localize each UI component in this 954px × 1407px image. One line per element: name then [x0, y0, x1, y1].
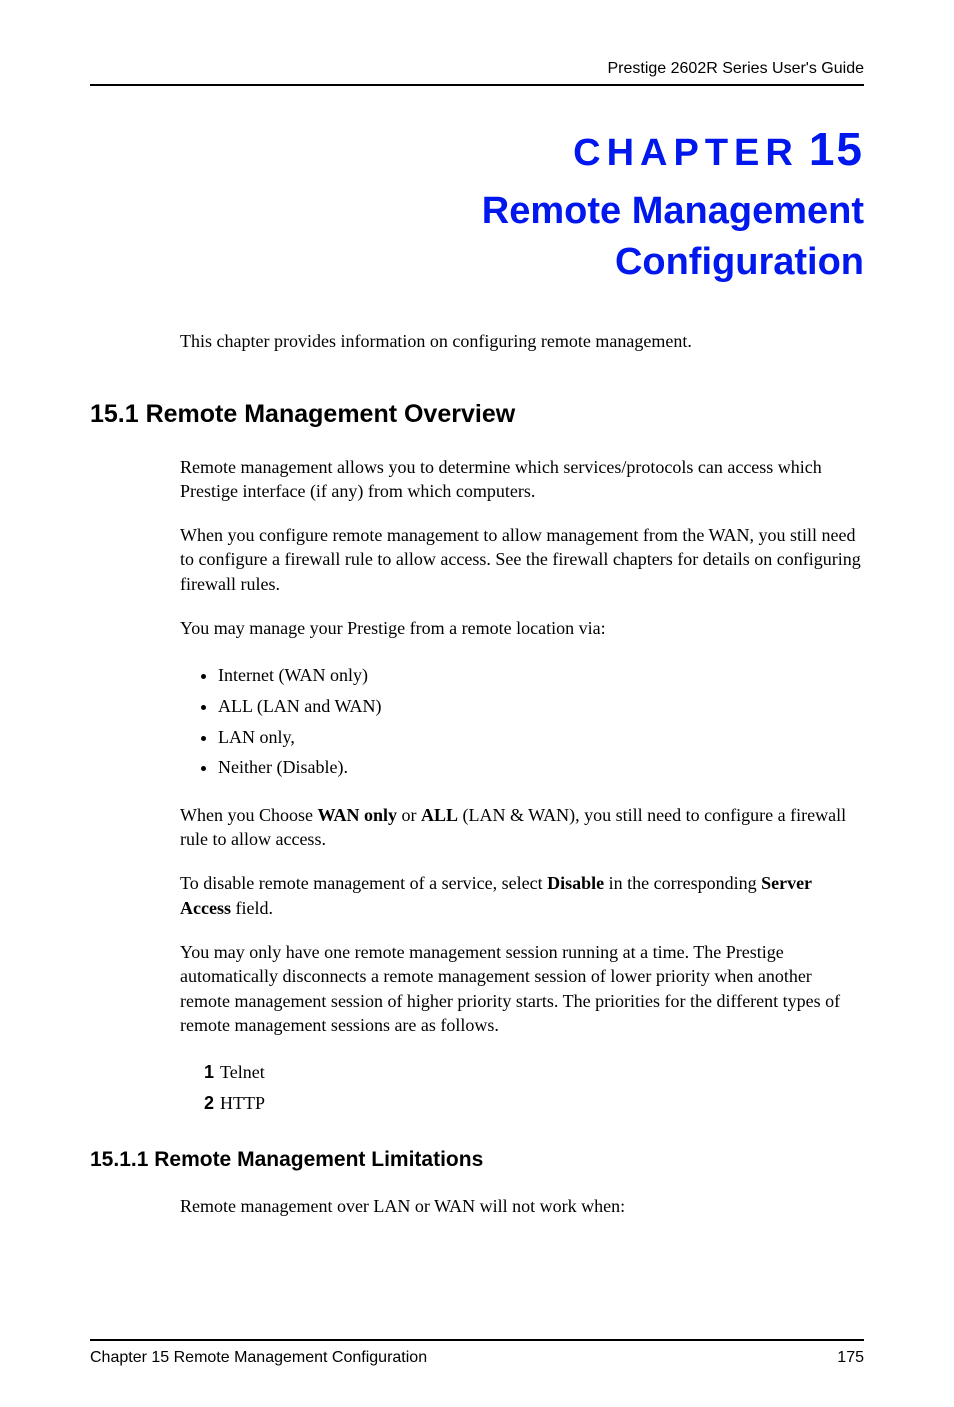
text-run: or — [397, 805, 421, 825]
paragraph: When you configure remote management to … — [180, 523, 864, 596]
footer-page-number: 175 — [837, 1349, 864, 1367]
bold-text: WAN only — [317, 805, 397, 825]
list-item: LAN only, — [218, 722, 864, 753]
list-item: 2 HTTP — [204, 1088, 864, 1119]
paragraph: You may only have one remote management … — [180, 940, 864, 1037]
list-text: Telnet — [220, 1062, 265, 1082]
text-run: field. — [231, 898, 273, 918]
chapter-title-line2: Configuration — [615, 241, 864, 283]
chapter-title-line1: Remote Management — [482, 190, 864, 232]
bullet-list: Internet (WAN only) ALL (LAN and WAN) LA… — [180, 660, 864, 782]
list-item: Internet (WAN only) — [218, 660, 864, 691]
list-number: 2 — [204, 1093, 214, 1113]
subsection-body: Remote management over LAN or WAN will n… — [180, 1194, 864, 1218]
chapter-number: 15 — [809, 123, 864, 175]
list-text: HTTP — [220, 1093, 265, 1113]
page: Prestige 2602R Series User's Guide CHAPT… — [0, 0, 954, 1407]
text-run: in the corresponding — [604, 873, 761, 893]
subsection-heading-15-1-1: 15.1.1 Remote Management Limitations — [90, 1148, 864, 1172]
chapter-intro: This chapter provides information on con… — [180, 331, 864, 352]
paragraph: You may manage your Prestige from a remo… — [180, 616, 864, 640]
paragraph: When you Choose WAN only or ALL (LAN & W… — [180, 803, 864, 852]
chapter-heading: CHAPTER 15 Remote Management Configurati… — [90, 122, 864, 289]
list-item: ALL (LAN and WAN) — [218, 691, 864, 722]
paragraph: Remote management over LAN or WAN will n… — [180, 1194, 864, 1218]
footer-left: Chapter 15 Remote Management Configurati… — [90, 1349, 427, 1367]
numbered-list: 1 Telnet 2 HTTP — [180, 1057, 864, 1118]
list-number: 1 — [204, 1062, 214, 1082]
running-header: Prestige 2602R Series User's Guide — [90, 60, 864, 86]
list-item: 1 Telnet — [204, 1057, 864, 1088]
chapter-kicker-row: CHAPTER 15 — [90, 122, 864, 176]
page-footer: Chapter 15 Remote Management Configurati… — [90, 1339, 864, 1367]
list-item: Neither (Disable). — [218, 752, 864, 783]
text-run: To disable remote management of a servic… — [180, 873, 547, 893]
chapter-title: Remote Management Configuration — [90, 186, 864, 289]
paragraph: To disable remote management of a servic… — [180, 871, 864, 920]
chapter-kicker: CHAPTER — [573, 132, 799, 174]
section-body: Remote management allows you to determin… — [180, 455, 864, 1119]
paragraph: Remote management allows you to determin… — [180, 455, 864, 504]
text-run: When you Choose — [180, 805, 317, 825]
section-heading-15-1: 15.1 Remote Management Overview — [90, 400, 864, 429]
bold-text: Disable — [547, 873, 604, 893]
bold-text: ALL — [421, 805, 458, 825]
